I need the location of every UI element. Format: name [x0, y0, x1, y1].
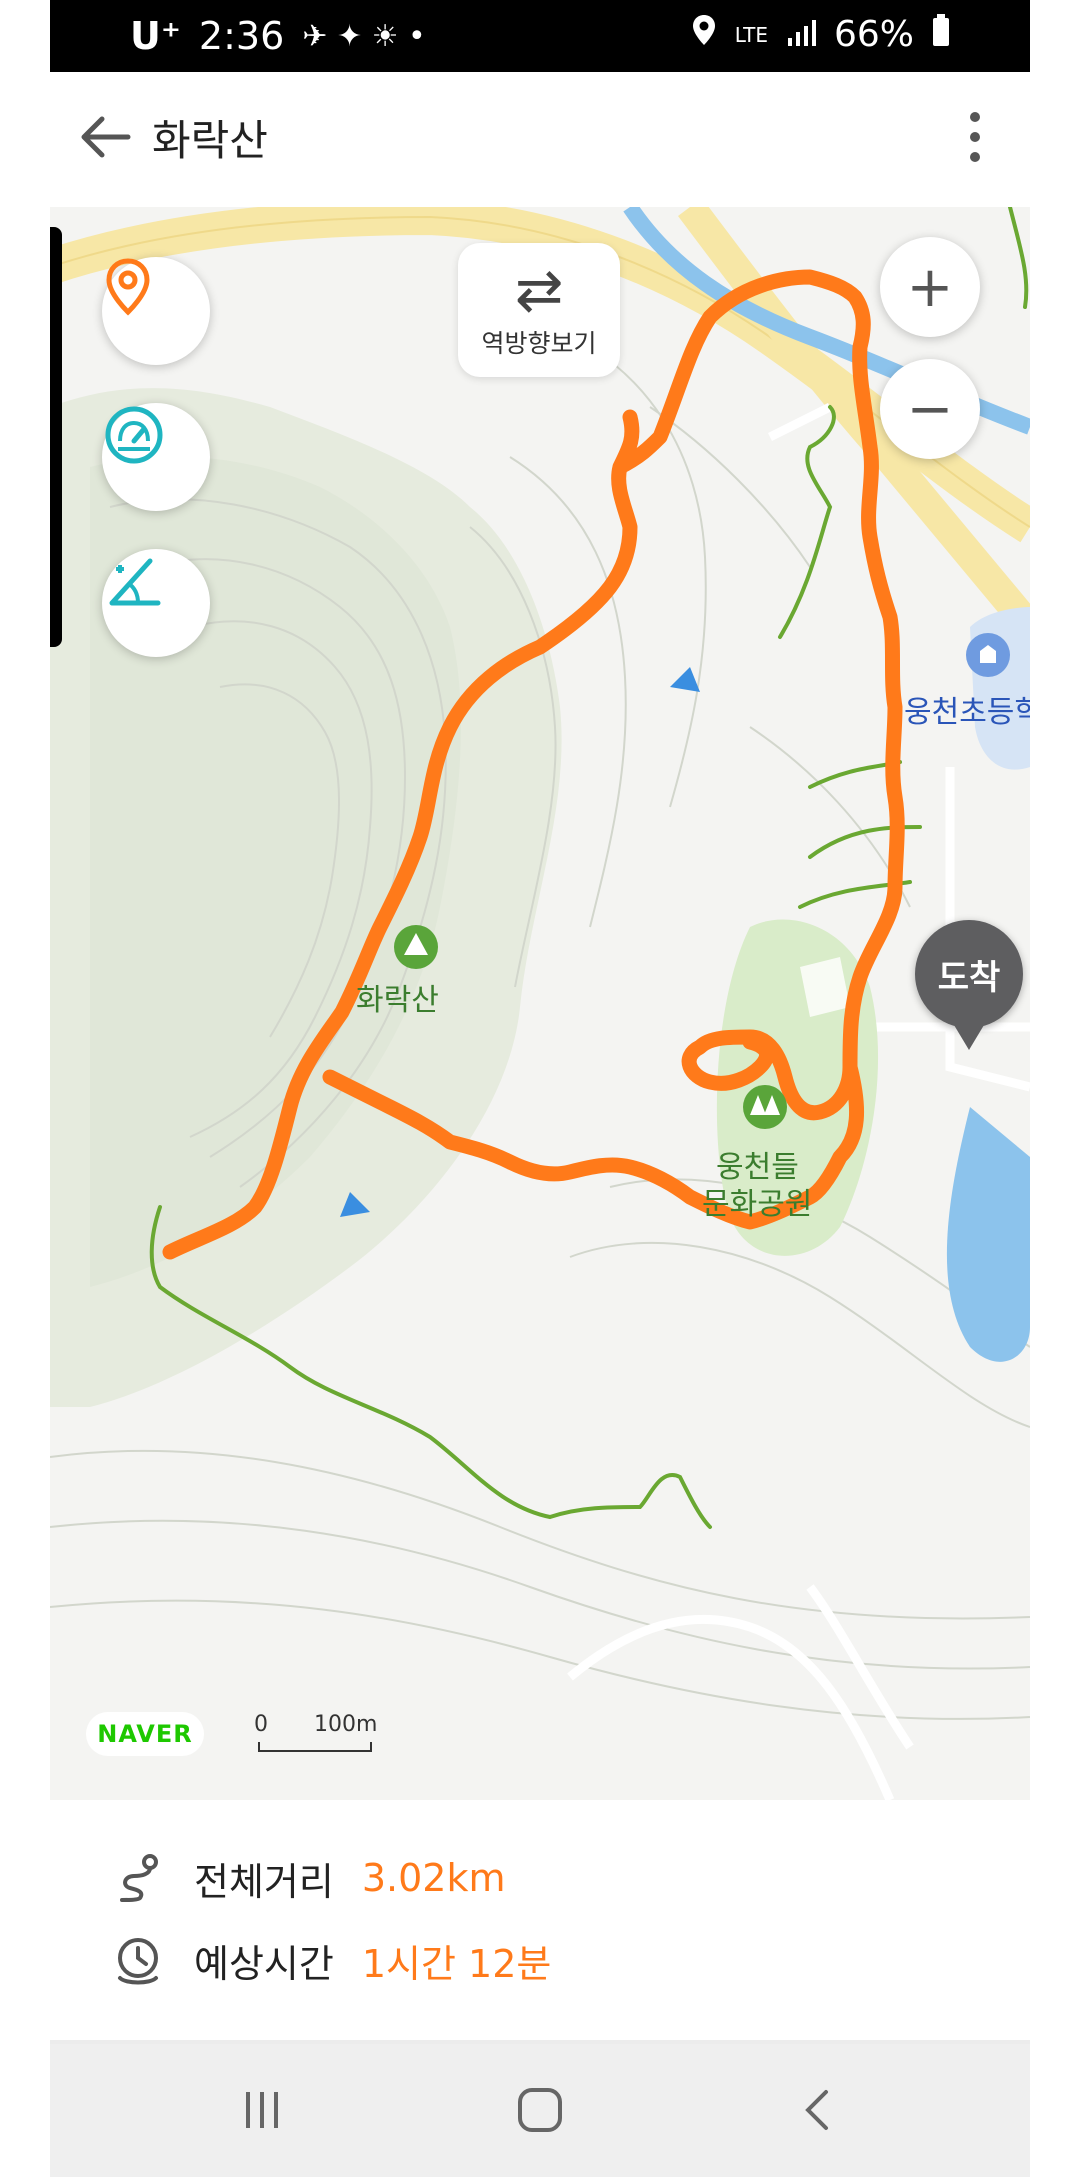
scale-bar — [258, 1742, 372, 1752]
notification-icons: ✈ ✦ ☀ • — [302, 18, 426, 54]
system-nav-bar — [50, 2044, 1030, 2177]
location-pin-icon — [106, 258, 150, 316]
battery-percent: 66% — [833, 14, 914, 55]
scale-zero: 0 — [254, 1712, 268, 1737]
mountain-label: 화락산 — [356, 983, 439, 1018]
reverse-direction-button[interactable]: ⇄ 역방향보기 — [458, 243, 620, 377]
carrier-label: U⁺ — [130, 14, 181, 58]
more-dot — [970, 112, 980, 122]
school-label: 웅천초등학 — [904, 695, 1030, 730]
time-label: 예상시간 — [194, 1941, 334, 1986]
page-title: 화락산 — [152, 116, 268, 165]
system-back-button[interactable] — [778, 2080, 858, 2140]
location-button[interactable] — [102, 257, 210, 365]
distance-row: 전체거리 3.02km — [110, 1850, 505, 1906]
battery-icon — [932, 14, 950, 55]
map-view[interactable]: ⇄ 역방향보기 + − 화락산 웅천들 문화공원 웅천초등학 도착 NAVER … — [50, 207, 1030, 1800]
recents-button[interactable] — [222, 2080, 302, 2140]
swap-icon: ⇄ — [514, 256, 564, 324]
plus-icon: + — [906, 254, 954, 320]
distance-value: 3.02km — [361, 1856, 506, 1900]
edge-panel-handle[interactable] — [50, 227, 62, 647]
home-button[interactable] — [500, 2080, 580, 2140]
slope-button[interactable] — [102, 549, 210, 657]
speed-button[interactable] — [102, 403, 210, 511]
scale-unit: 100m — [314, 1712, 378, 1737]
route-summary: 전체거리 3.02km 예상시간 1시간 12분 — [50, 1800, 1030, 2044]
app-bar: 화락산 — [50, 72, 1030, 207]
chevron-left-icon — [805, 2090, 828, 2130]
reverse-direction-label: 역방향보기 — [481, 329, 597, 358]
more-dot — [970, 152, 980, 162]
recents-icon — [246, 2092, 278, 2128]
signal-icon — [786, 14, 816, 55]
park-label-line2: 문화공원 — [702, 1187, 813, 1222]
back-button[interactable] — [70, 102, 140, 172]
location-icon — [691, 14, 717, 55]
zoom-out-button[interactable]: − — [880, 359, 980, 459]
arrival-marker[interactable]: 도착 — [915, 920, 1023, 1050]
status-bar: U⁺ 2:36 ✈ ✦ ☀ • LTE 66% — [50, 0, 1030, 72]
distance-label: 전체거리 — [194, 1859, 334, 1904]
direction-marker — [670, 667, 700, 692]
status-time: 2:36 — [198, 14, 285, 58]
route-icon — [110, 1850, 166, 1906]
zoom-in-button[interactable]: + — [880, 237, 980, 337]
speedometer-icon — [105, 406, 163, 464]
network-type: LTE — [734, 22, 768, 47]
arrival-label: 도착 — [937, 957, 1001, 998]
clock-icon — [110, 1932, 166, 1988]
more-dot — [970, 132, 980, 142]
arrow-left-icon — [81, 116, 131, 158]
time-row: 예상시간 1시간 12분 — [110, 1932, 551, 1988]
time-value: 1시간 12분 — [361, 1941, 552, 1986]
minus-icon: − — [906, 376, 954, 442]
more-options-button[interactable] — [950, 102, 1000, 172]
slope-icon — [109, 558, 161, 606]
home-icon — [518, 2088, 562, 2132]
naver-logo: NAVER — [86, 1712, 204, 1756]
